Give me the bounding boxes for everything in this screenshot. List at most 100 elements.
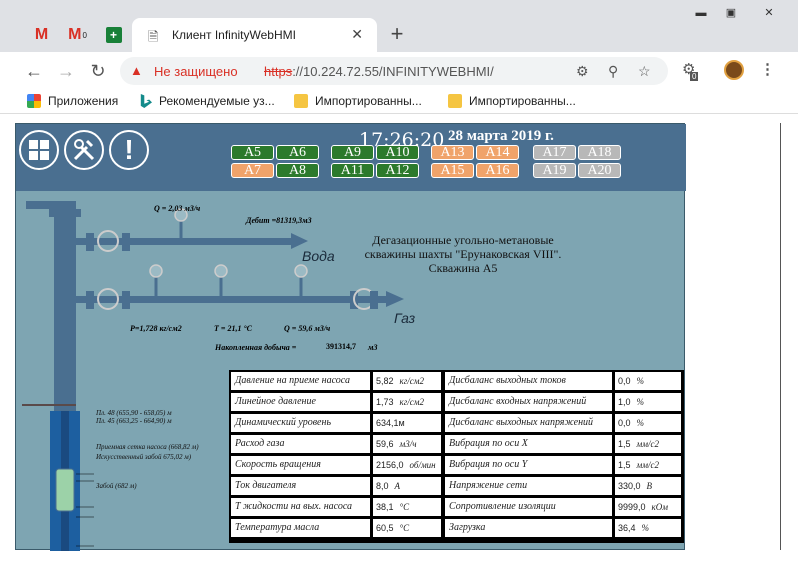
forward-button[interactable]: →	[54, 60, 78, 84]
well-button[interactable]: A5	[231, 145, 274, 160]
temperature-reading: T = 21,1 °C	[214, 324, 252, 333]
param-value-cell: 330,0 B	[614, 476, 682, 496]
well-button[interactable]: A15	[431, 163, 474, 178]
tab-gmail-2[interactable]: M 0	[62, 18, 93, 52]
gas-flow-reading: Q = 59,6 м3/ч	[284, 324, 331, 333]
param-label: Загрузка	[444, 518, 613, 538]
param-value: 1,73	[376, 397, 394, 407]
well-button[interactable]: A9	[331, 145, 374, 160]
param-value: 5,82	[376, 376, 394, 386]
tab-badge: 0	[82, 30, 87, 40]
bookmarks-bar: Приложения Рекомендуемые уз... Импортиро…	[0, 90, 798, 114]
bookmark-label: Импортированны...	[315, 94, 422, 108]
tab-gmail-1[interactable]: M	[26, 18, 57, 52]
param-unit: мм/с2	[636, 439, 659, 449]
water-label: Вода	[302, 248, 335, 264]
artificial-bottom-label: Искусственный забой 675,02 м)	[96, 453, 192, 461]
url-text[interactable]: https://10.224.72.55/INFINITYWEBHMI/	[264, 64, 494, 79]
close-tab-icon[interactable]: ✕	[351, 26, 363, 43]
well-button[interactable]: A19	[533, 163, 576, 178]
param-value: 1,5	[618, 439, 631, 449]
param-unit: %	[641, 523, 650, 533]
well-button[interactable]: A18	[578, 145, 621, 160]
param-value-cell: 1,73 кг/см2	[372, 392, 442, 412]
sheets-icon: +	[105, 27, 122, 43]
bookmark-recommended[interactable]: Рекомендуемые уз...	[138, 94, 275, 108]
param-value: 0,0	[618, 418, 631, 428]
star-icon[interactable]: ☆	[638, 63, 651, 80]
param-value: 59,6	[376, 439, 394, 449]
well-button[interactable]: A17	[533, 145, 576, 160]
tab-active[interactable]: 🗎 Клиент InfinityWebHMI ✕	[132, 18, 377, 52]
well-button[interactable]: A6	[276, 145, 319, 160]
well-button[interactable]: A13	[431, 145, 474, 160]
param-unit: мм/с2	[636, 460, 659, 470]
date: 28 марта 2019 г.	[448, 128, 554, 144]
warning-icon: ▲	[130, 63, 143, 78]
maximize-button[interactable]: ▣	[716, 4, 746, 22]
well-button[interactable]: A8	[276, 163, 319, 178]
well-button[interactable]: A7	[231, 163, 274, 178]
tab-sheets[interactable]: +	[98, 18, 129, 52]
grid-menu-button[interactable]	[19, 130, 59, 170]
folder-icon	[294, 94, 308, 108]
water-pipe	[76, 238, 291, 245]
param-unit: %	[636, 418, 645, 428]
param-value-cell: 38,1 °C	[372, 497, 442, 517]
param-unit: A	[394, 481, 401, 491]
well-button[interactable]: A11	[331, 163, 374, 178]
browser-tab-strip: M M 0 + 🗎 Клиент InfinityWebHMI ✕ + ▬ ▣ …	[0, 0, 798, 52]
reload-button[interactable]: ↻	[86, 60, 110, 84]
param-value: 330,0	[618, 481, 641, 491]
zoom-icon[interactable]: ⚲	[608, 63, 618, 80]
param-label: Температура масла	[230, 518, 371, 538]
bing-icon	[140, 94, 152, 108]
param-value: 8,0	[376, 481, 389, 491]
param-value: 2156,0	[376, 460, 404, 470]
well-button[interactable]: A14	[476, 145, 519, 160]
bookmark-imported-1[interactable]: Импортированны...	[294, 94, 422, 108]
param-value: 38,1	[376, 502, 394, 512]
bookmark-imported-2[interactable]: Импортированны...	[448, 94, 576, 108]
url-rest: ://10.224.72.55/INFINITYWEBHMI/	[292, 64, 494, 79]
settings-button[interactable]	[64, 130, 104, 170]
seam-label-45: Пл. 45 (663,25 - 664,90) м	[96, 417, 172, 425]
gmail-icon: M	[34, 26, 49, 43]
cumulative-label: Накопленная добыча =	[215, 343, 297, 352]
param-label: Ток двигателя	[230, 476, 371, 496]
well-button[interactable]: A12	[376, 163, 419, 178]
well-button[interactable]: A20	[578, 163, 621, 178]
param-value-cell: 1,0%	[614, 392, 682, 412]
new-tab-button[interactable]: +	[384, 22, 410, 48]
security-label[interactable]: Не защищено	[154, 64, 238, 79]
param-value-cell: 1,5 мм/с2	[614, 434, 682, 454]
param-value-cell: 8,0 A	[372, 476, 442, 496]
param-label: Вибрация по оси X	[444, 434, 613, 454]
bookmark-apps[interactable]: Приложения	[27, 94, 118, 108]
frame-border	[780, 123, 781, 550]
bookmark-label: Приложения	[48, 94, 119, 108]
param-value: 1,5	[618, 460, 631, 470]
well-button[interactable]: A16	[476, 163, 519, 178]
exclamation-icon: !	[124, 134, 134, 165]
profile-avatar[interactable]	[724, 60, 744, 80]
bookmark-label: Рекомендуемые уз...	[159, 94, 275, 108]
param-label: Вибрация по оси Y	[444, 455, 613, 475]
browser-toolbar: ← → ↻ ▲ Не защищено https://10.224.72.55…	[0, 52, 798, 90]
menu-icon[interactable]: ⋮	[760, 60, 775, 78]
cumulative-unit: м3	[368, 343, 378, 352]
extension-icon[interactable]: ⚙	[576, 63, 589, 80]
param-label: Сопротивление изоляции	[444, 497, 613, 517]
gas-label: Газ	[394, 310, 416, 326]
water-arrow	[291, 233, 308, 249]
minimize-button[interactable]: ▬	[686, 4, 716, 22]
close-window-button[interactable]: ✕	[746, 4, 792, 22]
param-value-cell: 36,4%	[614, 518, 682, 538]
param-unit: °C	[399, 523, 410, 533]
param-label: T жидкости на вых. насоса	[230, 497, 371, 517]
alarm-button[interactable]: !	[109, 130, 149, 170]
back-button[interactable]: ←	[22, 60, 46, 84]
param-label: Динамический уровень	[230, 413, 371, 433]
well-button[interactable]: A10	[376, 145, 419, 160]
address-bar[interactable]: ▲ Не защищено https://10.224.72.55/INFIN…	[120, 57, 668, 85]
